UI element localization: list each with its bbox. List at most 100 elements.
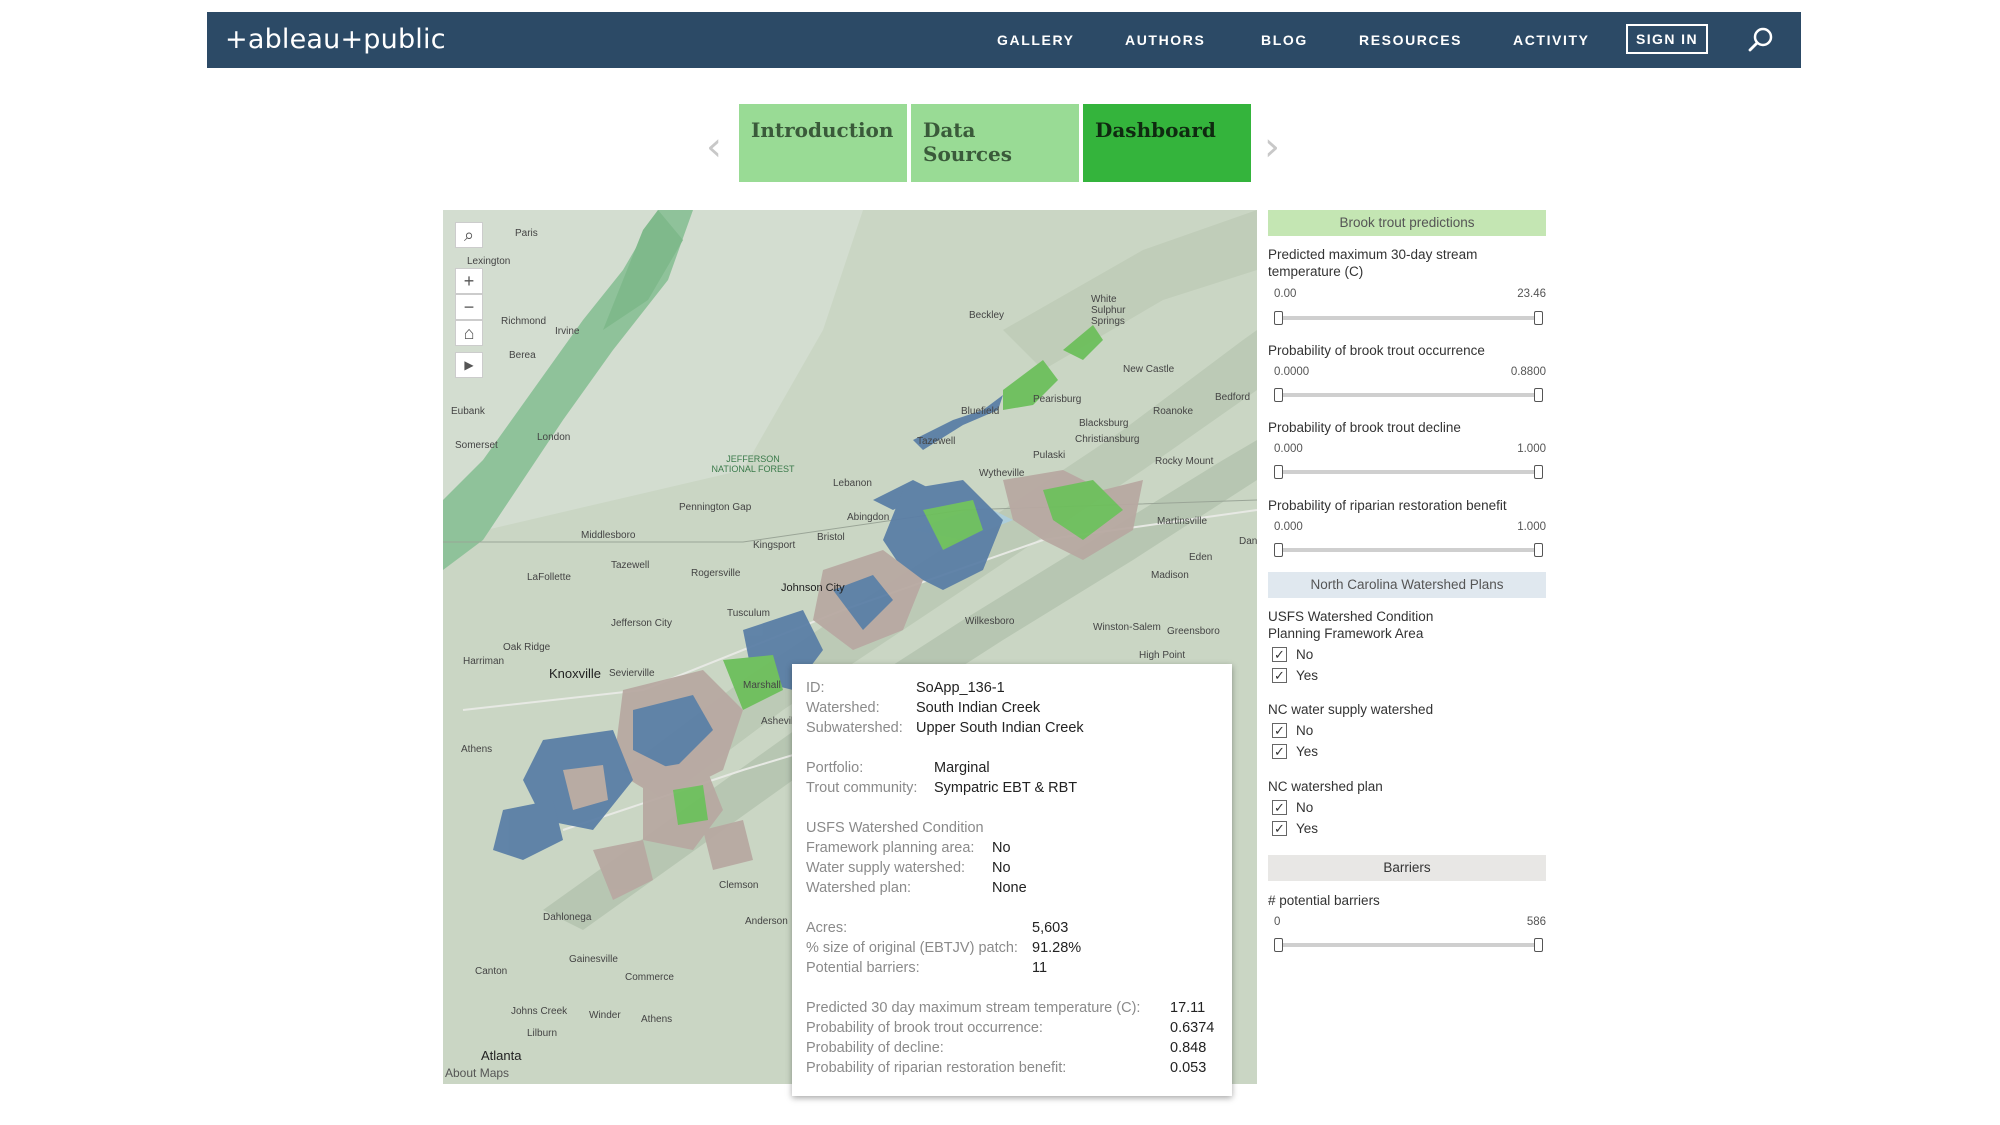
tooltip-label: Potential barriers:	[806, 960, 920, 976]
nav-gallery[interactable]: GALLERY	[997, 32, 1075, 48]
map-label: Pennington Gap	[679, 502, 752, 513]
slider-min-handle[interactable]	[1274, 388, 1283, 402]
home-icon[interactable]: ⌂	[455, 320, 483, 346]
slider-max-handle[interactable]	[1534, 465, 1543, 479]
slider-max-value: 23.46	[1517, 288, 1546, 300]
map-label: Lilburn	[527, 1028, 558, 1039]
slider-max-handle[interactable]	[1534, 311, 1543, 325]
tooltip-label: Probability of decline:	[806, 1040, 944, 1056]
tab-data-sources[interactable]: Data Sources	[911, 104, 1079, 182]
slider-min-handle[interactable]	[1274, 465, 1283, 479]
slider-track[interactable]	[1278, 470, 1538, 474]
tooltip-value: Sympatric EBT & RBT	[934, 780, 1078, 796]
map-label: Paris	[515, 228, 538, 239]
filter-label: Probability of brook trout occurrence	[1268, 343, 1485, 358]
about-maps-link[interactable]: About Maps	[445, 1066, 509, 1080]
tooltip-label: Framework planning area:	[806, 840, 975, 856]
zoom-in-icon[interactable]: +	[455, 268, 483, 294]
slider-min-handle[interactable]	[1274, 543, 1283, 557]
slider-min-handle[interactable]	[1274, 311, 1283, 325]
map-label: Winder	[589, 1010, 621, 1021]
tooltip-label: Portfolio:	[806, 760, 864, 776]
brook-trout-predictions-header: Brook trout predictions	[1268, 210, 1546, 236]
map-label: Oak Ridge	[503, 642, 551, 653]
map-label: Wilkesboro	[965, 616, 1015, 627]
slider-track[interactable]	[1278, 316, 1538, 320]
checkbox-no[interactable]: ✓	[1272, 723, 1287, 738]
checkbox-label: No	[1296, 647, 1314, 662]
tableau-public-logo[interactable]: +ableau+public	[225, 24, 446, 55]
nav-activity[interactable]: ACTIVITY	[1513, 32, 1590, 48]
map-label: Tazewell	[917, 436, 956, 447]
nc-watershed-plans-header: North Carolina Watershed Plans	[1268, 572, 1546, 598]
map-label: Blacksburg	[1079, 418, 1129, 429]
tab-dashboard[interactable]: Dashboard	[1083, 104, 1251, 182]
map-label: Beckley	[969, 310, 1005, 321]
map-label: Greensboro	[1167, 626, 1220, 637]
tooltip-value: 11	[1032, 960, 1048, 976]
map-label: New Castle	[1123, 364, 1175, 375]
checkbox-label: Yes	[1296, 668, 1319, 683]
slider-min-value: 0.0000	[1274, 366, 1310, 378]
map-label: Jefferson City	[611, 618, 672, 629]
slider-max-handle[interactable]	[1534, 388, 1543, 402]
slider-track[interactable]	[1278, 548, 1538, 552]
slider-track[interactable]	[1278, 393, 1538, 397]
tab-introduction[interactable]: Introduction	[739, 104, 907, 182]
barriers-header: Barriers	[1268, 855, 1546, 881]
checkbox-yes[interactable]: ✓	[1272, 821, 1287, 836]
checkbox-label: No	[1296, 800, 1314, 815]
next-story-arrow-icon[interactable]: ›	[1264, 124, 1280, 170]
search-icon[interactable]	[1747, 26, 1775, 54]
checkbox-no[interactable]: ✓	[1272, 800, 1287, 815]
map-label: Johns Creek	[511, 1006, 568, 1017]
checkbox-yes[interactable]: ✓	[1272, 744, 1287, 759]
map-search-icon[interactable]: ⌕	[455, 222, 483, 248]
tooltip-label: Water supply watershed:	[806, 860, 966, 876]
map-label: Canton	[475, 966, 508, 977]
slider-max-value: 586	[1526, 916, 1546, 928]
slider-max-handle[interactable]	[1534, 543, 1543, 557]
map-label: London	[537, 432, 571, 443]
tooltip-label: Predicted 30 day maximum stream temperat…	[806, 1000, 1141, 1016]
slider-max-value: 1.000	[1517, 521, 1546, 533]
nav-resources[interactable]: RESOURCES	[1359, 32, 1462, 48]
filter-label: NC water supply watershed	[1268, 702, 1434, 717]
nav-authors[interactable]: AUTHORS	[1125, 32, 1205, 48]
map-label: Anderson	[745, 916, 788, 927]
tooltip-heading: USFS Watershed Condition	[806, 820, 984, 836]
checkbox-yes[interactable]: ✓	[1272, 668, 1287, 683]
tooltip-value: SoApp_136-1	[916, 680, 1005, 696]
zoom-out-icon[interactable]: −	[455, 294, 483, 320]
slider-max-value: 0.8800	[1510, 366, 1546, 378]
map-label: Athens	[461, 744, 493, 755]
filter-label: Probability of riparian restoration bene…	[1268, 498, 1507, 513]
map-label: Johnson City	[781, 582, 845, 594]
sign-in-button[interactable]: SIGN IN	[1626, 24, 1708, 54]
slider-max-handle[interactable]	[1534, 938, 1543, 952]
previous-story-arrow-icon[interactable]: ‹	[706, 124, 722, 170]
slider-min-handle[interactable]	[1274, 938, 1283, 952]
map-label: Knoxville	[549, 666, 602, 681]
checkbox-label: Yes	[1296, 821, 1319, 836]
map-label: Eden	[1189, 552, 1213, 563]
checkbox-no[interactable]: ✓	[1272, 647, 1287, 662]
play-icon[interactable]: ▶	[455, 352, 483, 378]
slider-min-value: 0	[1274, 916, 1281, 928]
nav-blog[interactable]: BLOG	[1261, 32, 1308, 48]
tooltip-label: ID:	[806, 680, 825, 696]
map-label: High Point	[1139, 650, 1186, 661]
map-label: Madison	[1151, 570, 1189, 581]
tooltip-value: Upper South Indian Creek	[916, 720, 1084, 736]
map-label: Tusculum	[727, 608, 770, 619]
slider-min-value: 0.00	[1274, 288, 1297, 300]
map-label: White Sulphur Springs	[1091, 294, 1126, 327]
filter-label: Predicted maximum 30-day stream temperat…	[1268, 247, 1478, 279]
slider-track[interactable]	[1278, 943, 1538, 947]
map-label: Kingsport	[753, 540, 796, 551]
map-label: Berea	[509, 350, 536, 361]
slider-min-value: 0.000	[1274, 443, 1303, 455]
tooltip-value: 17.11	[1170, 1000, 1206, 1016]
map-label: Danville	[1239, 536, 1257, 547]
tooltip-value: No	[992, 840, 1011, 856]
